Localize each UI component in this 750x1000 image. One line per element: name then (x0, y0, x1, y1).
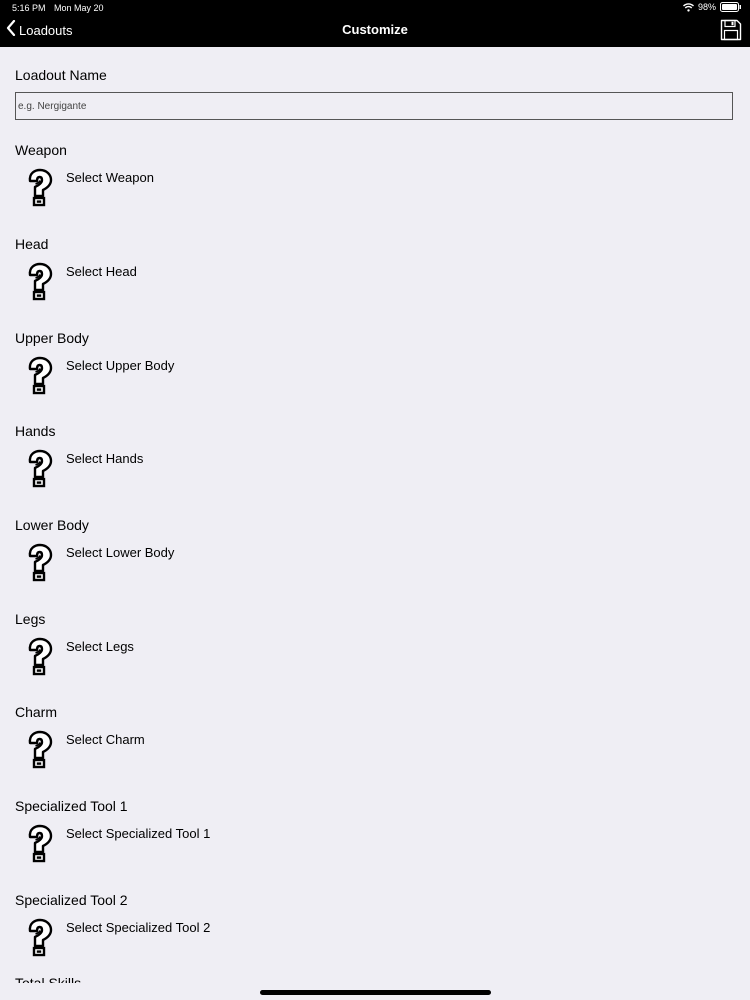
slot-label: Legs (15, 611, 46, 627)
top-bar: 5:16 PM Mon May 20 98% Loadouts Customiz… (0, 0, 750, 47)
slot-upper-body: Upper Body Select Upper Body (15, 330, 735, 420)
home-indicator (260, 990, 491, 995)
wifi-icon (682, 2, 694, 12)
slot-specialized-tool-1: Specialized Tool 1 Select Specialized To… (15, 798, 735, 888)
question-mark-icon (24, 824, 54, 864)
select-weapon-label: Select Weapon (66, 170, 154, 185)
question-mark-icon (24, 262, 54, 302)
select-legs-label: Select Legs (66, 639, 134, 654)
question-mark-icon (24, 356, 54, 396)
slot-charm: Charm Select Charm (15, 704, 735, 794)
slot-label: Specialized Tool 1 (15, 798, 128, 814)
select-weapon-button[interactable]: Select Weapon (15, 160, 315, 216)
slot-specialized-tool-2: Specialized Tool 2 Select Specialized To… (15, 892, 735, 982)
loadout-name-input[interactable] (15, 92, 733, 120)
question-mark-icon (24, 449, 54, 489)
question-mark-icon (24, 543, 54, 583)
slot-label: Upper Body (15, 330, 89, 346)
slot-label: Head (15, 236, 49, 252)
status-indicators: 98% (682, 2, 742, 12)
slot-legs: Legs Select Legs (15, 611, 735, 701)
save-button[interactable] (720, 19, 742, 46)
select-hands-label: Select Hands (66, 451, 144, 466)
select-charm-label: Select Charm (66, 732, 145, 747)
page-title: Customize (342, 22, 408, 37)
slot-label: Specialized Tool 2 (15, 892, 128, 908)
slot-weapon: Weapon Select Weapon (15, 142, 735, 232)
select-head-button[interactable]: Select Head (15, 254, 315, 310)
select-specialized-tool-2-button[interactable]: Select Specialized Tool 2 (15, 910, 315, 966)
slot-head: Head Select Head (15, 236, 735, 326)
select-upper-body-button[interactable]: Select Upper Body (15, 348, 315, 404)
select-lower-body-label: Select Lower Body (66, 545, 175, 560)
battery-icon (720, 2, 742, 12)
select-legs-button[interactable]: Select Legs (15, 629, 315, 685)
select-head-label: Select Head (66, 264, 137, 279)
loadout-name-label: Loadout Name (15, 67, 107, 83)
select-specialized-tool-1-label: Select Specialized Tool 1 (66, 826, 211, 841)
slot-lower-body: Lower Body Select Lower Body (15, 517, 735, 607)
question-mark-icon (24, 168, 54, 208)
question-mark-icon (24, 918, 54, 958)
select-specialized-tool-2-label: Select Specialized Tool 2 (66, 920, 211, 935)
slot-label: Hands (15, 423, 56, 439)
slot-label: Lower Body (15, 517, 89, 533)
status-date: Mon May 20 (54, 3, 104, 13)
total-skills-heading: Total Skills (15, 975, 82, 983)
slot-label: Weapon (15, 142, 67, 158)
question-mark-icon (24, 730, 54, 770)
select-specialized-tool-1-button[interactable]: Select Specialized Tool 1 (15, 816, 315, 872)
battery-percent: 98% (697, 2, 716, 12)
select-hands-button[interactable]: Select Hands (15, 441, 315, 497)
select-charm-button[interactable]: Select Charm (15, 722, 315, 778)
floppy-disk-icon (720, 19, 742, 45)
status-time: 5:16 PM (12, 3, 46, 13)
select-lower-body-button[interactable]: Select Lower Body (15, 535, 315, 591)
slot-hands: Hands Select Hands (15, 423, 735, 513)
select-upper-body-label: Select Upper Body (66, 358, 175, 373)
slot-label: Charm (15, 704, 58, 720)
question-mark-icon (24, 637, 54, 677)
customize-form: Loadout Name Weapon Select Weapon Head S… (0, 47, 750, 983)
